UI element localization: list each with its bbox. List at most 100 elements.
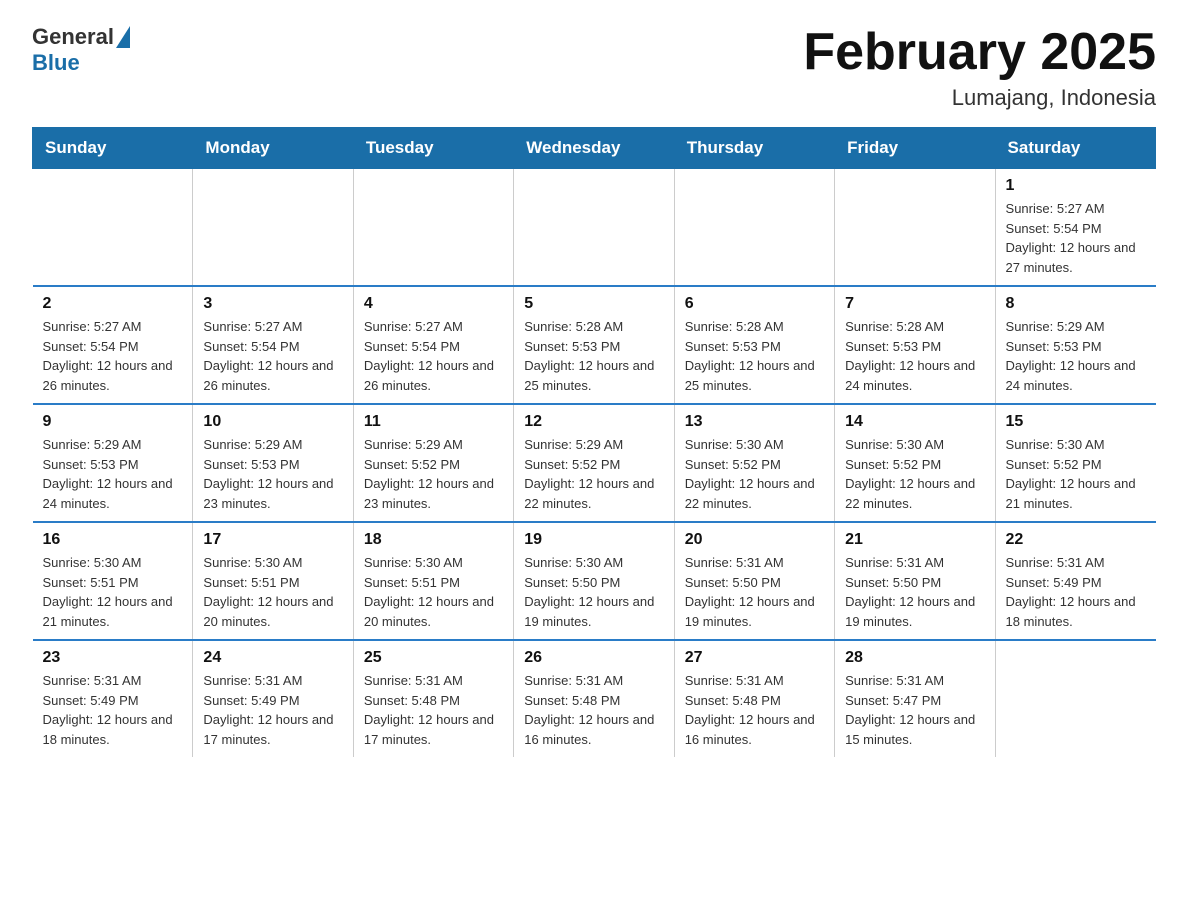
day-info: Sunrise: 5:29 AMSunset: 5:53 PMDaylight:… <box>43 435 183 513</box>
calendar-cell <box>674 169 834 287</box>
day-info: Sunrise: 5:30 AMSunset: 5:51 PMDaylight:… <box>203 553 342 631</box>
week-row-2: 2 Sunrise: 5:27 AMSunset: 5:54 PMDaylight… <box>33 286 1156 404</box>
calendar-cell: 10Sunrise: 5:29 AMSunset: 5:53 PMDayligh… <box>193 404 353 522</box>
logo: General Blue <box>32 24 130 76</box>
weekday-header-saturday: Saturday <box>995 128 1155 169</box>
day-number: 6 <box>685 295 824 313</box>
day-info: Sunrise: 5:28 AMSunset: 5:53 PMDaylight:… <box>685 317 824 395</box>
calendar-table: SundayMondayTuesdayWednesdayThursdayFrid… <box>32 127 1156 757</box>
day-info: Sunrise: 5:31 AMSunset: 5:48 PMDaylight:… <box>685 671 824 749</box>
day-info: Sunrise: 5:30 AMSunset: 5:52 PMDaylight:… <box>685 435 824 513</box>
day-number: 2 <box>43 295 183 313</box>
weekday-header-thursday: Thursday <box>674 128 834 169</box>
calendar-cell <box>353 169 513 287</box>
day-info: Sunrise: 5:29 AMSunset: 5:53 PMDaylight:… <box>203 435 342 513</box>
day-number: 27 <box>685 649 824 667</box>
calendar-cell: 1 Sunrise: 5:27 AMSunset: 5:54 PMDaylight… <box>995 169 1155 287</box>
calendar-cell: 4Sunrise: 5:27 AMSunset: 5:54 PMDaylight… <box>353 286 513 404</box>
day-info: Sunrise: 5:27 AMSunset: 5:54 PMDaylight:… <box>1006 199 1146 277</box>
day-info: Sunrise: 5:31 AMSunset: 5:50 PMDaylight:… <box>845 553 984 631</box>
calendar-cell: 26 Sunrise: 5:31 AMSunset: 5:48 PMDayligh… <box>514 640 674 757</box>
calendar-cell <box>835 169 995 287</box>
logo-blue-text: Blue <box>32 50 80 75</box>
weekday-header-tuesday: Tuesday <box>353 128 513 169</box>
day-number: 1 <box>1006 177 1146 195</box>
day-number: 16 <box>43 531 183 549</box>
day-info: Sunrise: 5:30 AMSunset: 5:52 PMDaylight:… <box>845 435 984 513</box>
calendar-cell: 5 Sunrise: 5:28 AMSunset: 5:53 PMDaylight… <box>514 286 674 404</box>
calendar-cell: 14 Sunrise: 5:30 AMSunset: 5:52 PMDayligh… <box>835 404 995 522</box>
calendar-cell: 17 Sunrise: 5:30 AMSunset: 5:51 PMDayligh… <box>193 522 353 640</box>
weekday-header-friday: Friday <box>835 128 995 169</box>
calendar-cell: 2 Sunrise: 5:27 AMSunset: 5:54 PMDaylight… <box>33 286 193 404</box>
calendar-cell: 22 Sunrise: 5:31 AMSunset: 5:49 PMDayligh… <box>995 522 1155 640</box>
calendar-cell: 11 Sunrise: 5:29 AMSunset: 5:52 PMDayligh… <box>353 404 513 522</box>
calendar-cell: 13 Sunrise: 5:30 AMSunset: 5:52 PMDayligh… <box>674 404 834 522</box>
day-number: 17 <box>203 531 342 549</box>
day-info: Sunrise: 5:31 AMSunset: 5:48 PMDaylight:… <box>524 671 663 749</box>
day-info: Sunrise: 5:29 AMSunset: 5:52 PMDaylight:… <box>364 435 503 513</box>
day-info: Sunrise: 5:27 AMSunset: 5:54 PMDaylight:… <box>203 317 342 395</box>
weekday-header-wednesday: Wednesday <box>514 128 674 169</box>
calendar-cell: 12 Sunrise: 5:29 AMSunset: 5:52 PMDayligh… <box>514 404 674 522</box>
day-info: Sunrise: 5:31 AMSunset: 5:50 PMDaylight:… <box>685 553 824 631</box>
day-number: 13 <box>685 413 824 431</box>
day-info: Sunrise: 5:30 AMSunset: 5:50 PMDaylight:… <box>524 553 663 631</box>
calendar-cell: 20 Sunrise: 5:31 AMSunset: 5:50 PMDayligh… <box>674 522 834 640</box>
day-info: Sunrise: 5:31 AMSunset: 5:49 PMDaylight:… <box>203 671 342 749</box>
day-number: 14 <box>845 413 984 431</box>
day-number: 3 <box>203 295 342 313</box>
calendar-cell: 16 Sunrise: 5:30 AMSunset: 5:51 PMDayligh… <box>33 522 193 640</box>
calendar-cell: 27 Sunrise: 5:31 AMSunset: 5:48 PMDayligh… <box>674 640 834 757</box>
day-info: Sunrise: 5:30 AMSunset: 5:51 PMDaylight:… <box>43 553 183 631</box>
day-info: Sunrise: 5:30 AMSunset: 5:52 PMDaylight:… <box>1006 435 1146 513</box>
weekday-header-row: SundayMondayTuesdayWednesdayThursdayFrid… <box>33 128 1156 169</box>
logo-triangle-icon <box>116 26 130 48</box>
page-header: General Blue February 2025 Lumajang, Ind… <box>32 24 1156 111</box>
day-number: 9 <box>43 413 183 431</box>
calendar-cell: 8Sunrise: 5:29 AMSunset: 5:53 PMDaylight… <box>995 286 1155 404</box>
day-number: 22 <box>1006 531 1146 549</box>
day-info: Sunrise: 5:31 AMSunset: 5:48 PMDaylight:… <box>364 671 503 749</box>
day-info: Sunrise: 5:29 AMSunset: 5:52 PMDaylight:… <box>524 435 663 513</box>
day-info: Sunrise: 5:28 AMSunset: 5:53 PMDaylight:… <box>524 317 663 395</box>
day-number: 11 <box>364 413 503 431</box>
day-info: Sunrise: 5:31 AMSunset: 5:49 PMDaylight:… <box>1006 553 1146 631</box>
calendar-cell: 25 Sunrise: 5:31 AMSunset: 5:48 PMDayligh… <box>353 640 513 757</box>
calendar-cell: 18 Sunrise: 5:30 AMSunset: 5:51 PMDayligh… <box>353 522 513 640</box>
day-info: Sunrise: 5:28 AMSunset: 5:53 PMDaylight:… <box>845 317 984 395</box>
day-number: 26 <box>524 649 663 667</box>
calendar-cell <box>514 169 674 287</box>
calendar-cell <box>33 169 193 287</box>
location-label: Lumajang, Indonesia <box>803 85 1156 111</box>
calendar-cell: 7 Sunrise: 5:28 AMSunset: 5:53 PMDaylight… <box>835 286 995 404</box>
page-title: February 2025 <box>803 24 1156 81</box>
calendar-cell: 15Sunrise: 5:30 AMSunset: 5:52 PMDayligh… <box>995 404 1155 522</box>
calendar-cell: 28 Sunrise: 5:31 AMSunset: 5:47 PMDayligh… <box>835 640 995 757</box>
day-number: 20 <box>685 531 824 549</box>
day-info: Sunrise: 5:27 AMSunset: 5:54 PMDaylight:… <box>43 317 183 395</box>
day-number: 12 <box>524 413 663 431</box>
day-info: Sunrise: 5:31 AMSunset: 5:49 PMDaylight:… <box>43 671 183 749</box>
day-number: 23 <box>43 649 183 667</box>
day-number: 21 <box>845 531 984 549</box>
day-number: 4 <box>364 295 503 313</box>
week-row-5: 23 Sunrise: 5:31 AMSunset: 5:49 PMDayligh… <box>33 640 1156 757</box>
calendar-cell: 23 Sunrise: 5:31 AMSunset: 5:49 PMDayligh… <box>33 640 193 757</box>
day-number: 24 <box>203 649 342 667</box>
day-info: Sunrise: 5:31 AMSunset: 5:47 PMDaylight:… <box>845 671 984 749</box>
day-info: Sunrise: 5:29 AMSunset: 5:53 PMDaylight:… <box>1006 317 1146 395</box>
calendar-cell: 3 Sunrise: 5:27 AMSunset: 5:54 PMDaylight… <box>193 286 353 404</box>
day-number: 18 <box>364 531 503 549</box>
week-row-3: 9 Sunrise: 5:29 AMSunset: 5:53 PMDaylight… <box>33 404 1156 522</box>
calendar-cell <box>995 640 1155 757</box>
day-number: 25 <box>364 649 503 667</box>
day-number: 28 <box>845 649 984 667</box>
calendar-cell: 24 Sunrise: 5:31 AMSunset: 5:49 PMDayligh… <box>193 640 353 757</box>
title-block: February 2025 Lumajang, Indonesia <box>803 24 1156 111</box>
day-info: Sunrise: 5:30 AMSunset: 5:51 PMDaylight:… <box>364 553 503 631</box>
week-row-4: 16 Sunrise: 5:30 AMSunset: 5:51 PMDayligh… <box>33 522 1156 640</box>
day-number: 5 <box>524 295 663 313</box>
calendar-cell: 6 Sunrise: 5:28 AMSunset: 5:53 PMDaylight… <box>674 286 834 404</box>
day-number: 7 <box>845 295 984 313</box>
